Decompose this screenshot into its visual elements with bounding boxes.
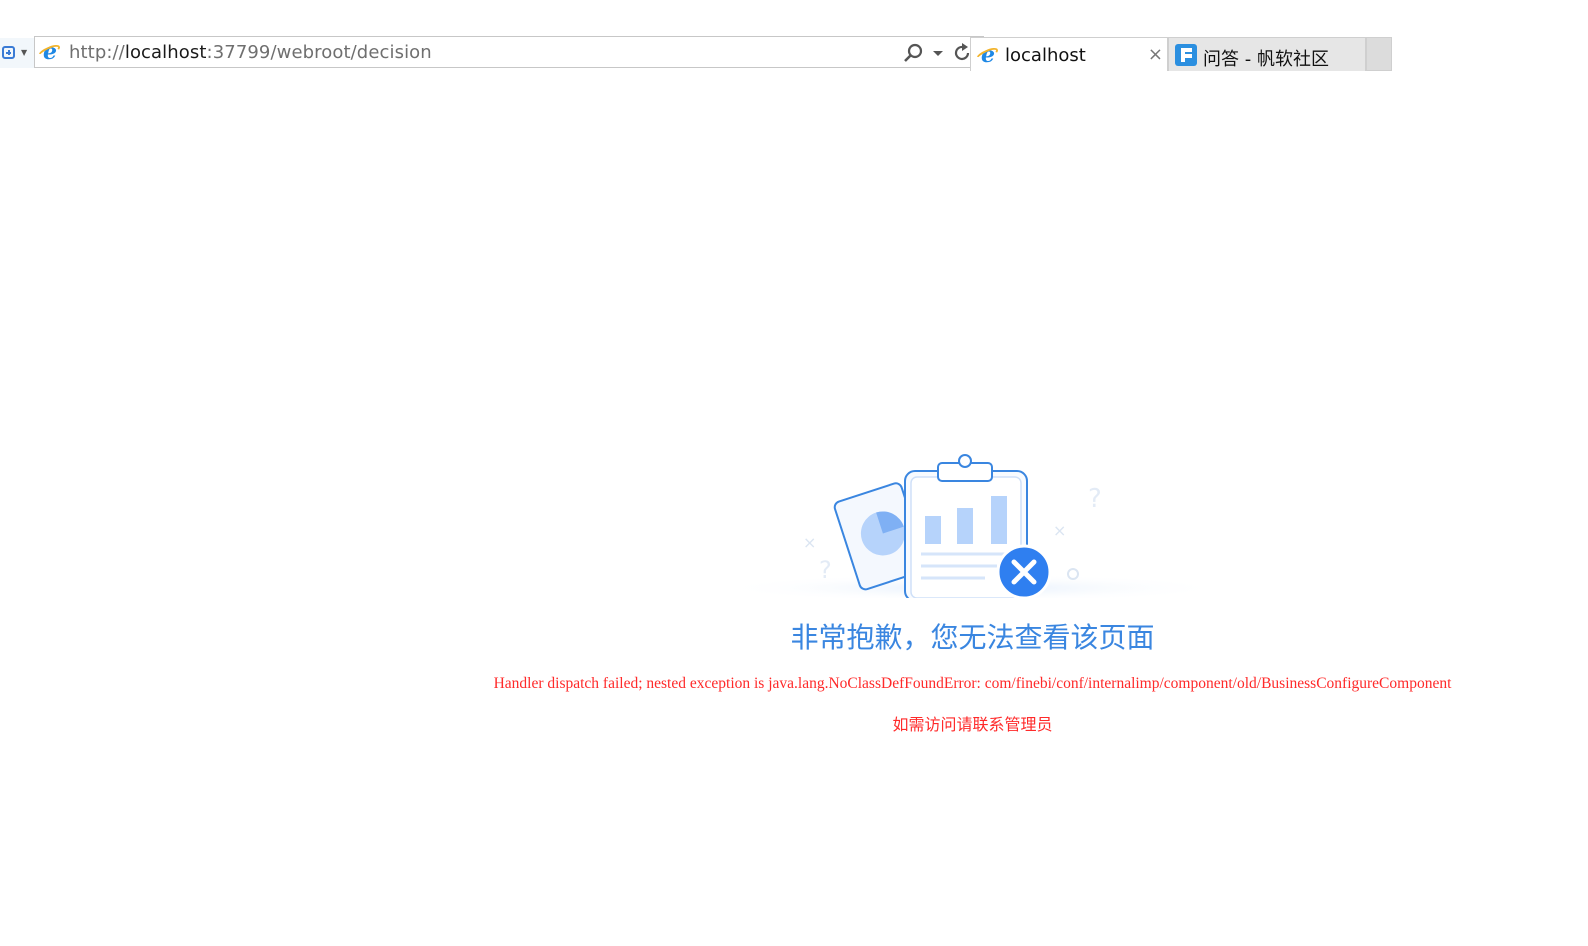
x-decoration: ×	[803, 533, 816, 552]
error-detail-message: Handler dispatch failed; nested exceptio…	[493, 675, 1452, 692]
tab-label: localhost	[1005, 45, 1086, 66]
question-mark-decoration: ?	[819, 556, 832, 584]
url-text[interactable]: http://localhost:37799/webroot/decision	[69, 42, 432, 63]
x-decoration: ×	[1053, 521, 1066, 540]
shield-plus-icon	[2, 46, 15, 59]
error-title: 非常抱歉，您无法查看该页面	[790, 621, 1155, 654]
address-bar[interactable]: e http://localhost:37799/webroot/decisio…	[34, 36, 984, 68]
tab-localhost[interactable]: e localhost ×	[970, 37, 1168, 71]
question-mark-decoration: ?	[1088, 484, 1102, 514]
url-path: :37799/webroot/decision	[206, 42, 432, 63]
bar-chart-icon	[925, 516, 941, 544]
ie-icon: e	[39, 41, 61, 63]
fanruan-icon	[1175, 44, 1197, 66]
tab-label: 问答 - 帆软社区	[1203, 49, 1329, 70]
compatibility-view-button[interactable]: ▼	[0, 38, 35, 68]
address-tools	[903, 41, 973, 65]
tab-fanruan-community[interactable]: 问答 - 帆软社区	[1168, 37, 1366, 71]
close-icon[interactable]: ×	[1148, 44, 1163, 65]
search-icon[interactable]	[903, 42, 925, 64]
ie-icon: e	[977, 44, 999, 66]
chevron-down-icon[interactable]	[933, 48, 943, 58]
new-tab-button[interactable]	[1366, 37, 1392, 71]
browser-chrome: ▼ e http://localhost:37799/webroot/decis…	[0, 35, 1420, 71]
error-illustration: ? ? × ×	[717, 454, 1227, 598]
chevron-down-icon: ▼	[21, 48, 28, 57]
contact-admin-message: 如需访问请联系管理员	[892, 717, 1053, 734]
url-prefix: http://	[69, 42, 125, 63]
url-host: localhost	[124, 42, 207, 63]
